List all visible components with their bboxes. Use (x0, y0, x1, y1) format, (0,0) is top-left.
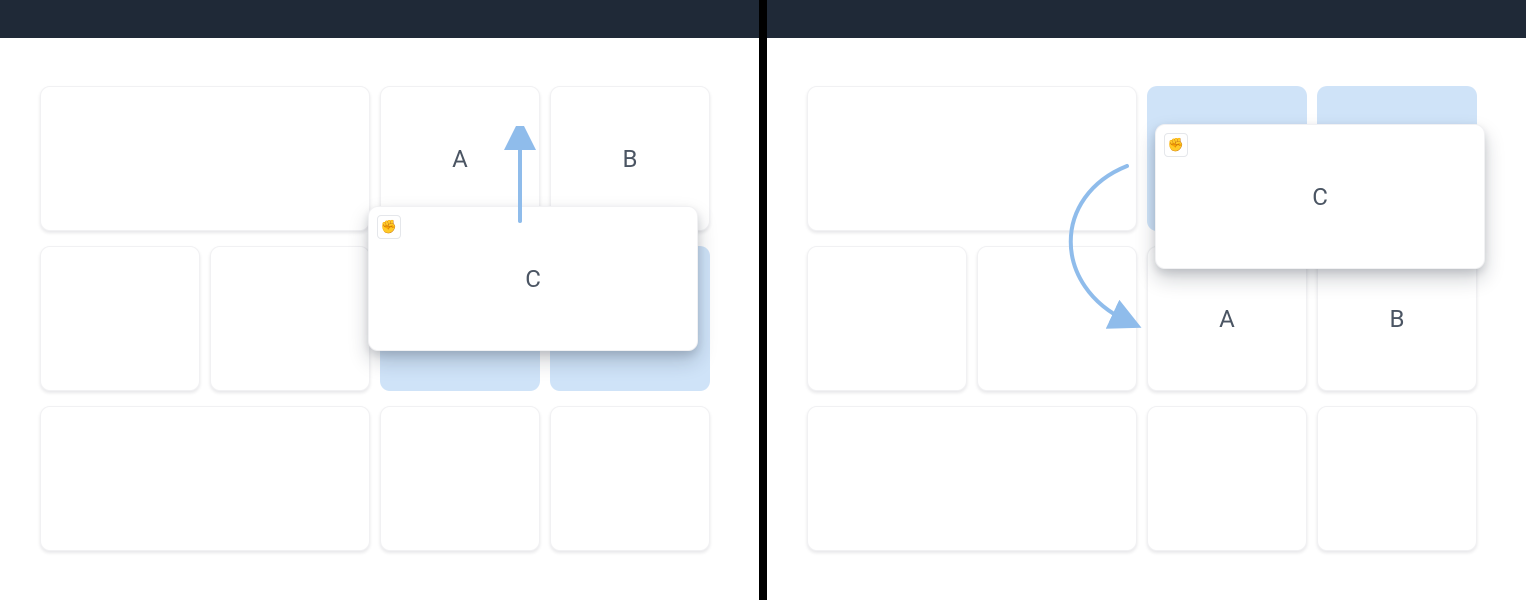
card-blank[interactable] (40, 246, 200, 391)
card-blank[interactable] (40, 406, 370, 551)
panel-after: A B ✊ C (767, 0, 1526, 600)
card-label: C (525, 265, 541, 293)
card-large-blank[interactable] (40, 86, 370, 231)
card-blank[interactable] (1147, 406, 1307, 551)
card-blank[interactable] (380, 406, 540, 551)
panel-before: A B ✊ C (0, 0, 759, 600)
dragged-card-c[interactable]: ✊ C (1155, 124, 1485, 269)
card-blank[interactable] (1317, 406, 1477, 551)
grab-glyph: ✊ (381, 220, 397, 235)
card-blank[interactable] (977, 246, 1137, 391)
card-label: B (1390, 305, 1405, 333)
card-label: B (623, 145, 638, 173)
grab-glyph: ✊ (1168, 138, 1184, 153)
card-blank[interactable] (210, 246, 370, 391)
card-label: A (1219, 305, 1235, 333)
card-label: C (1312, 183, 1328, 211)
grab-icon: ✊ (1164, 133, 1188, 157)
grab-icon: ✊ (377, 215, 401, 239)
dragged-card-c[interactable]: ✊ C (368, 206, 698, 351)
top-bar (0, 0, 759, 38)
card-blank[interactable] (807, 406, 1137, 551)
card-blank[interactable] (807, 246, 967, 391)
card-large-blank[interactable] (807, 86, 1137, 231)
card-blank[interactable] (550, 406, 710, 551)
card-label: A (452, 145, 468, 173)
top-bar (767, 0, 1526, 38)
